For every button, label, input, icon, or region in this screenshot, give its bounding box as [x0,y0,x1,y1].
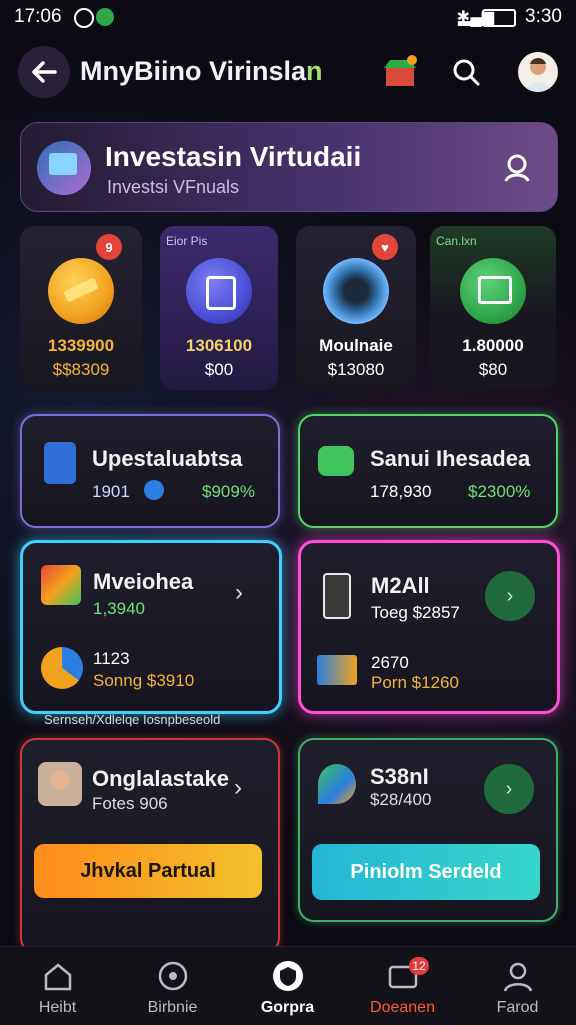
nav-label: Heibt [38,999,77,1016]
bottom-navigation: Heibt Birbnie Gorpra 12 Doeanen Farod [0,946,576,1025]
battery-icon [482,9,516,27]
asset-tile-device[interactable]: Can.lxn 1.80000 $80 [430,226,556,390]
nav-item-active[interactable]: Gorpra [230,947,345,1025]
investment-card-6[interactable]: S38nI $28/400 › Piniolm Serdeld [298,738,558,922]
section-caption: Sernseh/Xdlelqe Iosnpbeseold [44,712,221,727]
tile-tag: Eior Pis [166,234,208,248]
chevron-right-icon[interactable]: › [234,774,242,802]
card-number: 1901 [92,482,130,501]
profile-search-icon[interactable] [499,149,535,185]
tile-badge: 9 [96,234,122,260]
tile-value: Moulnaie [319,336,393,355]
camera-lens-icon [323,258,389,324]
forward-button[interactable]: › [484,764,534,814]
card-sub: Fotes 906 [92,794,168,813]
app-title-main: MnyBiino Virinsla [80,56,307,86]
status-clock: 3:30 [525,6,562,27]
card-value: 1,3940 [93,599,145,618]
asset-tile-tablet[interactable]: Eior Pis 1306100 $00 [160,226,278,390]
card-title: Mveiohea [93,569,194,594]
asset-tile-media[interactable]: ♥ Moulnaie $13080 [296,226,416,390]
shop-icon[interactable] [380,52,420,92]
tile-value: 1.80000 [462,336,524,355]
app-title: MnyBiino Virinslan [80,56,323,87]
tablet-icon [186,258,252,324]
card-title: Onglalastake [92,766,229,791]
card-sub: $28/400 [370,790,432,809]
nav-item-messages[interactable]: 12 Doeanen [345,947,460,1025]
nav-label: Farod [496,999,539,1016]
investment-card-4[interactable]: M2All Toeg $2857 › 2670 Porn $1260 [298,540,560,714]
nav-item-home[interactable]: Heibt [0,947,115,1025]
app-notification-icon [96,8,114,26]
tile-badge: ♥ [372,234,398,260]
card-bottom-text: Sonng $3910 [93,671,195,690]
card-title: Sanui Ihesadea [370,446,531,471]
chat-icon [318,446,354,476]
arrow-left-icon [32,61,57,83]
search-button[interactable] [446,52,486,92]
chart-dial-icon [41,647,83,689]
primary-action-button[interactable]: Jhvkal Partual [34,844,262,898]
card-percent: $909% [202,482,255,501]
gifts-icon [41,565,81,605]
nav-label: Gorpra [260,999,315,1016]
tile-value: 1306100 [185,336,253,355]
nav-item-browse[interactable]: Birbnie [115,947,230,1025]
investment-card-1[interactable]: Upestaluabtsa 1901 $909% [20,414,280,528]
nav-label: Birbnie [147,999,198,1016]
investment-card-3[interactable]: Mveiohea 1,3940 › 1123 Sonng $3910 [20,540,282,714]
nav-item-profile[interactable]: Farod [460,947,575,1025]
investment-card-2[interactable]: Sanui Ihesadea 178,930 $2300% [298,414,558,528]
person-avatar [38,762,82,806]
app-title-tail: n [306,56,323,86]
back-button[interactable] [18,46,70,98]
tile-sub: $13080 [327,360,385,379]
bar-chart-icon [317,655,357,685]
hero-banner[interactable]: Investasin Virtudaii Investsi VFnuals [20,122,558,212]
tile-tag: Can.lxn [436,234,477,248]
card-percent: $2300% [468,482,531,501]
notification-icon [74,8,94,28]
hero-subtitle: Investsi VFnuals [107,177,240,197]
search-icon [453,59,480,86]
card-title: S38nI [370,764,429,789]
phone-chart-icon [44,442,76,484]
asset-tile-gold[interactable]: 9 1339900 $$8309 [20,226,142,390]
gold-bars-icon [48,258,114,324]
hero-title: Investasin Virtudaii [105,141,362,172]
user-icon [503,962,532,992]
device-icon [460,258,526,324]
status-time: 17:06 [14,6,62,27]
smartphone-icon [323,573,351,619]
nav-badge: 12 [409,957,429,975]
card-number: 178,930 [370,482,432,501]
card-bottom-number: 2670 [371,653,409,672]
card-title: Upestaluabtsa [92,446,243,471]
chevron-right-icon: › [506,584,514,607]
secondary-action-button[interactable]: Piniolm Serdeld [312,844,540,900]
tile-sub: $80 [478,360,508,379]
nav-label: Doeanen [370,999,435,1016]
card-bottom-number: 1123 [93,649,130,668]
card-value: Toeg $2857 [371,603,460,622]
app-bar: MnyBiino Virinslan [0,40,576,106]
map-pin-icon [318,764,356,804]
card-title: M2All [371,573,430,598]
forward-button[interactable]: › [485,571,535,621]
status-bar: 17:06 ✱ ▂▄▆ 3:30 [0,0,576,34]
compass-icon [158,961,187,991]
profile-avatar[interactable] [518,52,558,92]
shield-icon [272,961,303,991]
chevron-right-icon[interactable]: › [235,579,243,607]
investment-illustration-icon [37,141,91,195]
tile-sub: $$8309 [52,360,110,379]
tile-value: 1339900 [47,336,115,355]
card-bottom-text: Porn $1260 [371,673,459,692]
investment-card-5[interactable]: Onglalastake Fotes 906 › Jhvkal Partual [20,738,280,954]
share-icon [144,480,164,500]
chevron-right-icon: › [505,777,513,800]
tile-sub: $00 [204,360,234,379]
home-icon [44,963,71,991]
